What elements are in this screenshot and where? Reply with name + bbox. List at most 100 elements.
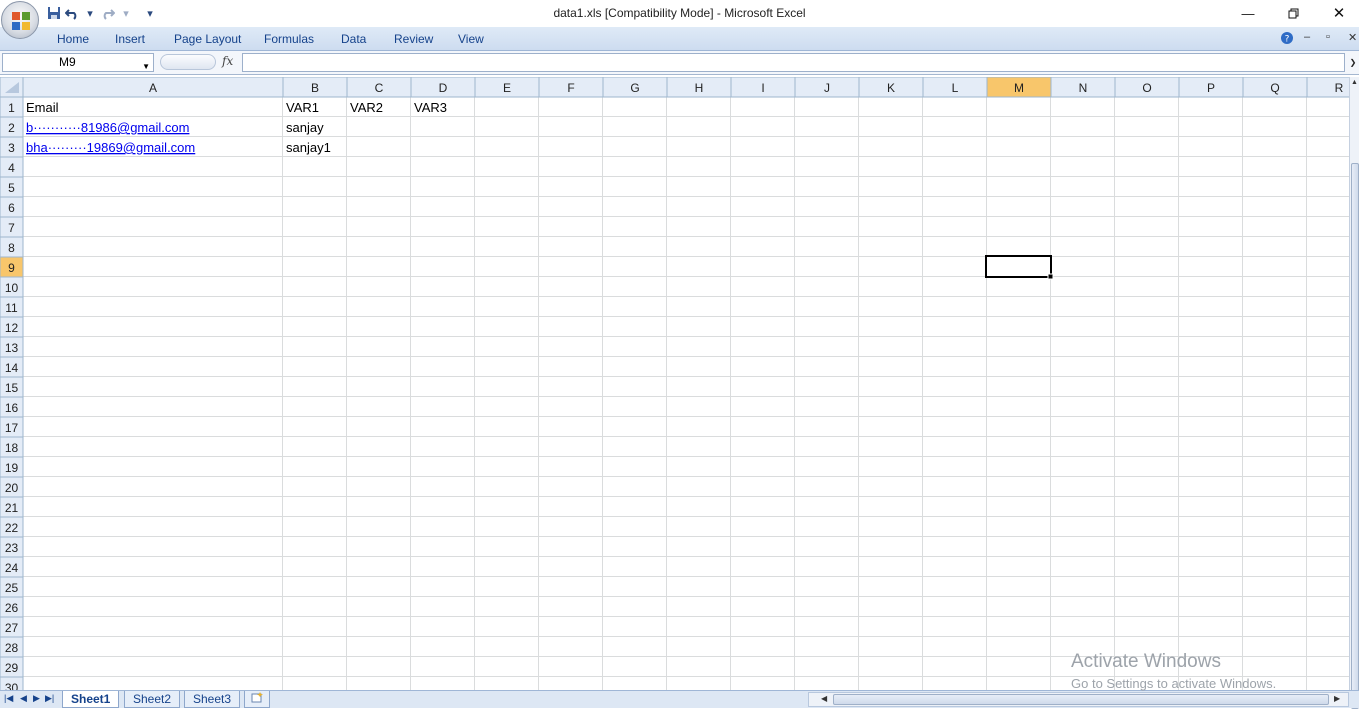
scroll-left-icon[interactable]: ◀ <box>821 694 827 703</box>
tab-insert[interactable]: Insert <box>115 32 145 46</box>
horizontal-scroll-thumb[interactable] <box>833 694 1329 705</box>
cell-grid[interactable]: A B C D E F G H I J K L M N O P Q R1234567891011121314151… <box>0 77 1349 690</box>
insert-function-icon[interactable]: fx <box>222 54 233 68</box>
row-header-label: 6 <box>8 201 15 215</box>
column-header-label: J <box>824 81 830 95</box>
cell-link[interactable]: bha·········19869@gmail.com <box>26 140 195 155</box>
vertical-scrollbar[interactable]: ▲ <box>1349 77 1359 709</box>
horizontal-scrollbar[interactable]: ◀ ▶ <box>808 692 1349 707</box>
tab-review[interactable]: Review <box>394 32 433 46</box>
workbook-restore-icon[interactable]: ▫ <box>1326 31 1330 43</box>
workbook-minimize-icon[interactable]: – <box>1304 31 1310 43</box>
row-header-label: 19 <box>5 461 19 475</box>
column-header-label: H <box>695 81 704 95</box>
workbook-close-icon[interactable]: ✕ <box>1348 31 1357 44</box>
row-header-label: 18 <box>5 441 19 455</box>
redo-dropdown-icon[interactable]: ▾ <box>118 5 134 21</box>
row-header-label: 7 <box>8 221 15 235</box>
cell-value: sanjay1 <box>286 140 331 155</box>
column-header-label: M <box>1014 81 1024 95</box>
tab-page-layout[interactable]: Page Layout <box>174 32 241 46</box>
name-box-value: M9 <box>59 55 76 69</box>
column-header-label: A <box>149 81 157 95</box>
column-header-label: K <box>887 81 895 95</box>
row-header-label: 1 <box>8 101 15 115</box>
column-header-label: Q <box>1270 81 1279 95</box>
column-header-label: N <box>1079 81 1088 95</box>
row-header-label: 21 <box>5 501 19 515</box>
cell-value: sanjay <box>286 120 324 135</box>
column-header-label: B <box>311 81 319 95</box>
resize-handle[interactable] <box>160 54 216 70</box>
row-header-label: 27 <box>5 621 19 635</box>
help-icon[interactable]: ? <box>1280 31 1294 48</box>
fill-handle[interactable] <box>1047 273 1054 280</box>
sheet-tab-sheet2[interactable]: Sheet2 <box>124 691 181 708</box>
customize-toolbar-icon[interactable]: ▾ <box>142 5 158 21</box>
sheet-tab-sheet3[interactable]: Sheet3 <box>184 691 241 708</box>
save-icon[interactable] <box>46 5 62 21</box>
next-sheet-icon[interactable]: ▶ <box>33 693 40 704</box>
column-header-label: E <box>503 81 511 95</box>
last-sheet-icon[interactable]: ▶| <box>45 693 54 704</box>
minimize-icon[interactable]: — <box>1238 4 1258 22</box>
row-header-label: 2 <box>8 121 15 135</box>
svg-text:?: ? <box>1285 35 1290 45</box>
vertical-scroll-thumb[interactable] <box>1351 163 1359 709</box>
scroll-up-icon[interactable]: ▲ <box>1351 79 1358 86</box>
office-button[interactable] <box>1 1 39 39</box>
row-header-label: 14 <box>5 361 19 375</box>
insert-sheet-icon[interactable] <box>244 691 270 708</box>
row-header-label: 12 <box>5 321 19 335</box>
row-header-label: 20 <box>5 481 19 495</box>
expand-formula-bar-icon[interactable]: ❯ <box>1347 53 1359 72</box>
row-header-label: 30 <box>5 681 19 690</box>
column-header-label: G <box>630 81 639 95</box>
column-header-label: I <box>761 81 764 95</box>
row-header-label: 11 <box>5 301 18 315</box>
scroll-right-icon[interactable]: ▶ <box>1334 694 1340 703</box>
row-header-label: 29 <box>5 661 19 675</box>
row-header-label: 10 <box>5 281 19 295</box>
row-header-label: 13 <box>5 341 19 355</box>
column-header-label: R <box>1335 81 1344 95</box>
select-all-button[interactable] <box>0 77 24 98</box>
tab-formulas[interactable]: Formulas <box>264 32 314 46</box>
title-bar: ▾ ▾ ▾ data1.xls [Compatibility Mode] - M… <box>0 0 1359 27</box>
active-cell-border[interactable] <box>985 255 1052 278</box>
first-sheet-icon[interactable]: |◀ <box>4 693 13 704</box>
formula-input[interactable] <box>242 53 1345 72</box>
name-box-dropdown-icon[interactable]: ▼ <box>142 58 150 75</box>
row-header-label: 5 <box>8 181 15 195</box>
row-header-label: 16 <box>5 401 19 415</box>
ribbon-tabs: Home Insert Page Layout Formulas Data Re… <box>0 27 1359 51</box>
row-header-label: 23 <box>5 541 19 555</box>
restore-icon[interactable] <box>1283 4 1303 22</box>
column-header-label: F <box>567 81 574 95</box>
worksheet-grid[interactable]: A B C D E F G H I J K L M N O P Q R 1 2 3 4 5 6 7 8 9 10 11 12 13 14 15 1… <box>0 77 1349 690</box>
office-logo-icon <box>12 12 30 30</box>
tab-view[interactable]: View <box>458 32 484 46</box>
row-header-label: 26 <box>5 601 19 615</box>
window-title: data1.xls [Compatibility Mode] - Microso… <box>553 6 806 20</box>
row-header-label: 25 <box>5 581 19 595</box>
undo-dropdown-icon[interactable]: ▾ <box>82 5 98 21</box>
name-box[interactable]: M9 ▼ <box>2 53 154 72</box>
column-header-label: C <box>375 81 384 95</box>
prev-sheet-icon[interactable]: ◀ <box>20 693 27 704</box>
column-header-label: P <box>1207 81 1215 95</box>
row-header-label: 3 <box>8 141 15 155</box>
cell-value: VAR2 <box>350 100 383 115</box>
column-header-label: O <box>1142 81 1151 95</box>
sheet-tab-bar: |◀ ◀ ▶ ▶| Sheet1 Sheet2 Sheet3 ◀ ▶ <box>0 690 1359 708</box>
tab-data[interactable]: Data <box>341 32 366 46</box>
cell-link[interactable]: b···········81986@gmail.com <box>26 120 189 135</box>
row-header-label: 4 <box>8 161 15 175</box>
tab-home[interactable]: Home <box>57 32 89 46</box>
quick-access-toolbar: ▾ ▾ ▾ <box>46 4 158 22</box>
row-header-label: 28 <box>5 641 19 655</box>
undo-icon[interactable] <box>64 5 80 21</box>
close-icon[interactable]: ✕ <box>1329 4 1349 22</box>
redo-icon[interactable] <box>100 5 116 21</box>
sheet-tab-sheet1[interactable]: Sheet1 <box>62 691 120 708</box>
